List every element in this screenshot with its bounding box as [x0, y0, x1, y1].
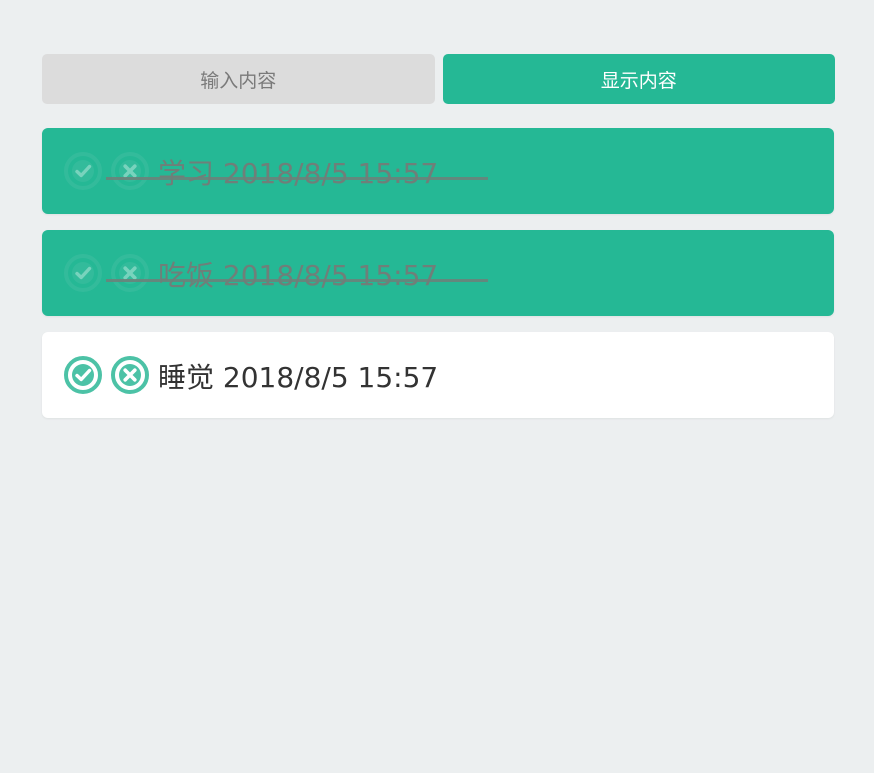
x-circle-icon[interactable] [110, 253, 150, 293]
tab-display[interactable]: 显示内容 [442, 54, 835, 104]
todo-list: 学习 2018/8/5 15:57 吃饭 2018/8/5 15:57 睡觉 2… [42, 128, 834, 434]
check-circle-icon[interactable] [63, 253, 103, 293]
x-circle-icon[interactable] [110, 151, 150, 191]
todo-item-text: 学习 2018/8/5 15:57 [158, 157, 439, 190]
todo-item-text: 睡觉 2018/8/5 15:57 [158, 361, 439, 394]
check-circle-icon[interactable] [63, 355, 103, 395]
tab-input[interactable]: 输入内容 [42, 54, 435, 104]
todo-item: 吃饭 2018/8/5 15:57 [42, 230, 834, 316]
tab-bar: 输入内容 显示内容 [42, 54, 835, 104]
x-circle-icon[interactable] [110, 355, 150, 395]
todo-item: 睡觉 2018/8/5 15:57 [42, 332, 834, 418]
check-circle-icon[interactable] [63, 151, 103, 191]
todo-item: 学习 2018/8/5 15:57 [42, 128, 834, 214]
todo-item-text: 吃饭 2018/8/5 15:57 [158, 259, 439, 292]
